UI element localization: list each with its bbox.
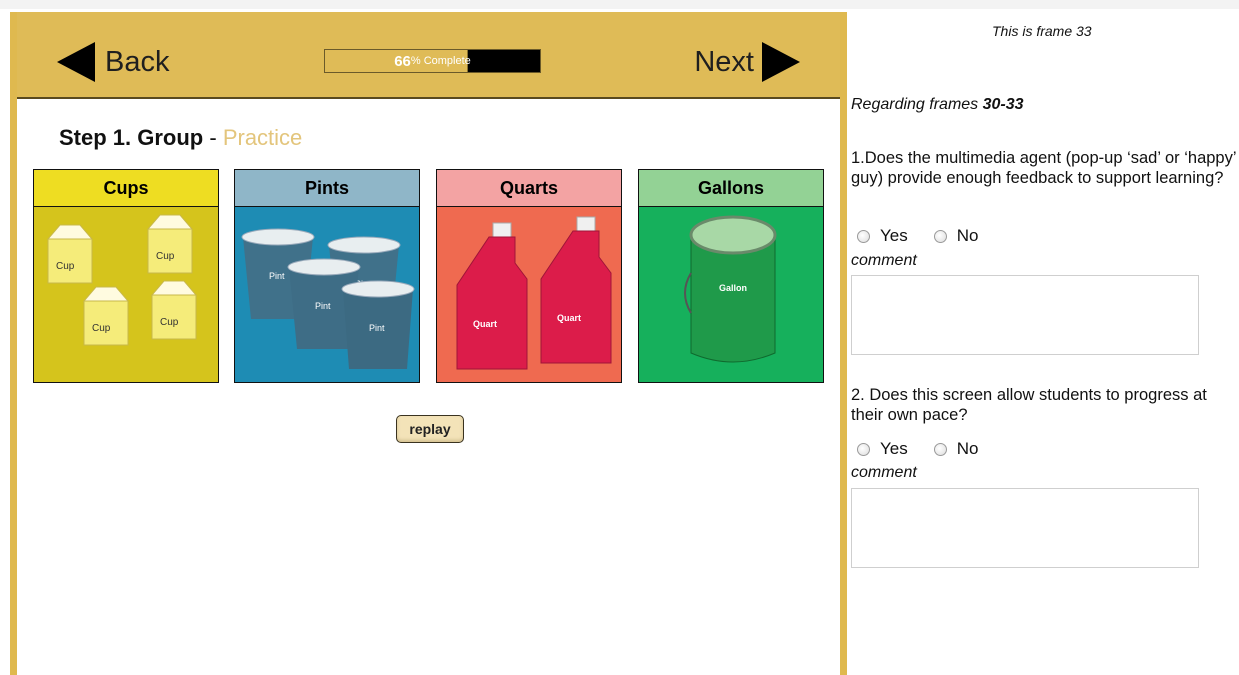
question-1-no-radio[interactable] [933, 229, 947, 243]
step-title-main: Step 1. Group [59, 125, 204, 150]
pint-text: Pint [269, 271, 285, 281]
question-1-comment-label: comment [851, 252, 917, 269]
survey-panel: This is frame 33 Regarding frames 30-33 … [851, 0, 1239, 675]
cup-carton-icon: Cup [82, 286, 130, 346]
progress-percent: 66 [394, 52, 411, 70]
cup-carton-icon: Cup [146, 214, 194, 274]
question-1-yes-label: Yes [880, 226, 908, 245]
step-subtitle: Practice [222, 125, 303, 150]
cup-carton-icon: Cup [46, 224, 94, 284]
progress-text: 66 % Complete [325, 50, 540, 72]
card-body-cups: Cup Cup Cup Cup [34, 207, 218, 382]
card-pints[interactable]: Pints Pint Pint Pint [234, 169, 420, 383]
question-2-no-radio[interactable] [933, 442, 947, 456]
pint-container-icon: Pint [341, 280, 415, 369]
regarding-frames-text: Regarding frames 30-33 [851, 96, 1024, 114]
card-header-cups: Cups [34, 170, 218, 207]
arrow-left-icon [57, 42, 95, 82]
question-1-yes-radio[interactable] [857, 229, 870, 243]
replay-button[interactable]: replay [396, 415, 464, 443]
back-button[interactable]: Back [57, 42, 169, 82]
pint-text: Pint [315, 301, 331, 311]
cup-text: Cup [92, 323, 111, 334]
question-2-options: Yes No [857, 439, 1004, 459]
quart-text: Quart [557, 313, 581, 323]
pint-containers-illustration: Pint Pint Pint Pint [241, 228, 415, 369]
question-2-yes-radio[interactable] [857, 442, 870, 456]
lesson-header: Back 66 % Complete Next [17, 12, 840, 99]
card-header-pints: Pints [235, 170, 419, 207]
card-gallons[interactable]: Gallons Gallon [638, 169, 824, 383]
question-2-text: 2. Does this screen allow students to pr… [851, 386, 1207, 424]
card-cups[interactable]: Cups Cup Cup Cup Cup [33, 169, 219, 383]
cup-carton-icon: Cup [150, 280, 198, 340]
quart-bottles-illustration: Quart Quart [456, 216, 612, 370]
cup-text: Cup [156, 251, 175, 262]
cup-text: Cup [56, 261, 75, 272]
next-button[interactable]: Next [694, 42, 800, 82]
arrow-right-icon [762, 42, 800, 82]
card-body-quarts: Quart Quart [437, 207, 621, 382]
progress-suffix: % Complete [410, 55, 471, 67]
card-label-pints: Pints [304, 177, 349, 198]
gallon-can-illustration: Gallon [684, 215, 777, 363]
gallon-can-icon: Gallon [684, 215, 777, 363]
card-label-cups: Cups [103, 177, 149, 198]
question-2-comment-label: comment [851, 464, 917, 481]
cup-text: Cup [160, 317, 179, 328]
question-1-comment-field[interactable] [851, 275, 1199, 355]
question-2-comment-field[interactable] [851, 488, 1199, 568]
question-2-yes-label: Yes [880, 439, 908, 458]
regarding-prefix: Regarding frames [851, 96, 983, 113]
frame-number-text: This is frame 33 [992, 23, 1092, 39]
gallon-text: Gallon [719, 283, 747, 293]
back-label: Back [105, 45, 170, 78]
next-label: Next [694, 45, 754, 78]
quart-text: Quart [473, 319, 497, 329]
question-1-options: Yes No [857, 226, 1004, 246]
quart-bottle-icon: Quart [456, 222, 528, 370]
step-title: Step 1. Group - Practice [59, 125, 302, 151]
pint-text: Pint [369, 323, 385, 333]
cup-cartons-illustration: Cup Cup Cup Cup [46, 214, 198, 346]
question-1-no-label: No [956, 226, 979, 245]
card-body-gallons: Gallon [639, 207, 823, 382]
step-title-separator: - [203, 125, 223, 150]
card-header-gallons: Gallons [639, 170, 823, 207]
card-label-gallons: Gallons [697, 177, 764, 198]
card-quarts[interactable]: Quarts Quart Quart [436, 169, 622, 383]
card-body-pints: Pint Pint Pint Pint [235, 207, 419, 382]
question-1-text: 1.Does the multimedia agent (pop-up ‘sad… [851, 149, 1236, 187]
card-label-quarts: Quarts [499, 177, 559, 198]
regarding-range: 30-33 [982, 96, 1024, 113]
card-header-quarts: Quarts [437, 170, 621, 207]
progress-bar: 66 % Complete [324, 49, 541, 73]
quart-bottle-icon: Quart [540, 216, 612, 364]
lesson-frame: Back 66 % Complete Next Step 1. Group - … [10, 12, 847, 675]
question-2-no-label: No [956, 439, 979, 458]
